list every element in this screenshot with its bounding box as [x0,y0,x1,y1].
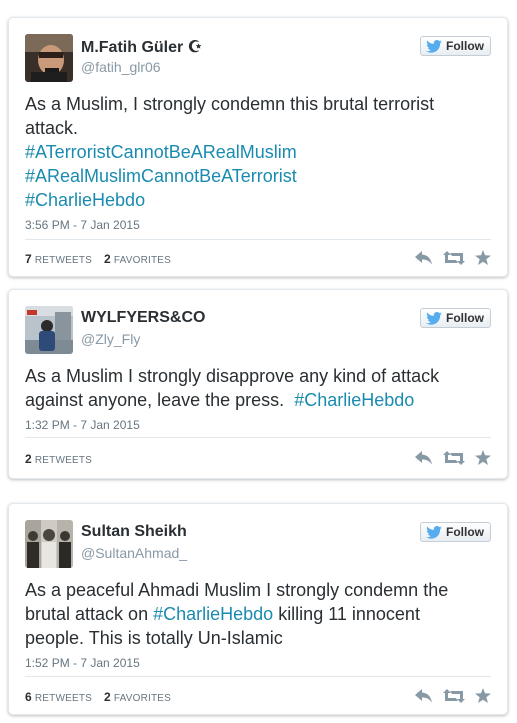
retweet-stat[interactable]: 6 RETWEETS [25,690,93,704]
twitter-bird-icon [426,39,442,53]
reply-icon[interactable] [415,250,433,265]
display-name-text[interactable]: M.Fatih Güler [81,39,183,56]
timestamp[interactable]: 3:56 PM - 7 Jan 2015 [25,218,140,232]
tweet-text-line: As a Muslim, I strongly condemn this bru… [25,94,435,114]
tweet-text-line: As a Muslim I strongly disapprove any ki… [25,366,440,386]
tweet-stats: 7 RETWEETS 2 FAVORITES [25,252,171,266]
retweet-stat[interactable]: 2 RETWEETS [25,452,93,466]
display-name[interactable]: WYLFYERS&CO [81,309,205,327]
favorite-stat[interactable]: 2 FAVORITES [104,690,172,704]
user-handle[interactable]: @fatih_glr06 [81,59,161,75]
star-icon[interactable] [475,688,491,703]
avatar[interactable] [25,306,73,354]
follow-label: Follow [446,311,484,325]
display-name[interactable]: M.Fatih Güler ☪ [81,37,202,57]
tweet-stats: 2 RETWEETS [25,452,92,466]
tweet-card: M.Fatih Güler ☪ @fatih_glr06 Follow As a… [8,17,508,277]
retweet-icon[interactable] [443,450,465,465]
avatar[interactable] [25,34,73,82]
twitter-bird-icon [426,311,442,325]
retweet-label: RETWEETS [34,693,93,704]
favorite-label: FAVORITES [113,255,172,266]
crescent-icon: ☪ [187,39,203,56]
tweet-card: Sultan Sheikh @SultanAhmad_ Follow As a … [8,503,508,715]
tweet-text-segment: brutal attack on [25,604,149,624]
user-handle[interactable]: @SultanAhmad_ [81,545,187,561]
retweet-count: 2 [25,452,32,466]
user-handle[interactable]: @Zly_Fly [81,331,140,347]
tweet-text: As a Muslim I strongly disapprove any ki… [25,364,495,412]
divider [25,437,491,438]
retweet-count: 6 [25,690,32,704]
retweet-label: RETWEETS [34,255,93,266]
star-icon[interactable] [475,450,491,465]
retweet-count: 7 [25,252,32,266]
favorite-label: FAVORITES [113,693,172,704]
timestamp[interactable]: 1:52 PM - 7 Jan 2015 [25,656,140,670]
star-icon[interactable] [475,250,491,265]
divider [25,676,491,677]
timestamp[interactable]: 1:32 PM - 7 Jan 2015 [25,418,140,432]
tweet-text: As a peaceful Ahmadi Muslim I strongly c… [25,578,495,650]
tweet-text: As a Muslim, I strongly condemn this bru… [25,92,495,212]
favorite-stat[interactable]: 2 FAVORITES [104,252,172,266]
favorite-count: 2 [104,690,111,704]
follow-button[interactable]: Follow [420,36,491,56]
hashtag-link[interactable]: #CharlieHebdo [25,190,145,210]
tweet-text-segment: killing 11 innocent [278,604,420,624]
follow-label: Follow [446,525,484,539]
hashtag-link[interactable]: #CharlieHebdo [294,390,414,410]
retweet-label: RETWEETS [34,455,93,466]
tweet-text-line: As a peaceful Ahmadi Muslim I strongly c… [25,580,449,600]
tweet-text-line: people. This is totally Un-Islamic [25,628,283,648]
avatar[interactable] [25,520,73,568]
tweet-actions [415,450,491,465]
hashtag-link[interactable]: #ARealMuslimCannotBeATerrorist [25,166,297,186]
tweet-stats: 6 RETWEETS 2 FAVORITES [25,690,171,704]
favorite-count: 2 [104,252,111,266]
twitter-bird-icon [426,525,442,539]
reply-icon[interactable] [415,450,433,465]
tweet-actions [415,250,491,265]
follow-button[interactable]: Follow [420,308,491,328]
tweet-actions [415,688,491,703]
tweet-text-line: attack. [25,118,79,138]
divider [25,239,491,240]
reply-icon[interactable] [415,688,433,703]
tweet-text-segment: against anyone, leave the press. [25,390,285,410]
follow-label: Follow [446,39,484,53]
hashtag-link[interactable]: #ATerroristCannotBeARealMuslim [25,142,297,162]
retweet-icon[interactable] [443,250,465,265]
tweet-card: WYLFYERS&CO @Zly_Fly Follow As a Muslim … [8,289,508,479]
retweet-icon[interactable] [443,688,465,703]
retweet-stat[interactable]: 7 RETWEETS [25,252,93,266]
follow-button[interactable]: Follow [420,522,491,542]
display-name[interactable]: Sultan Sheikh [81,523,187,541]
hashtag-link[interactable]: #CharlieHebdo [153,604,273,624]
